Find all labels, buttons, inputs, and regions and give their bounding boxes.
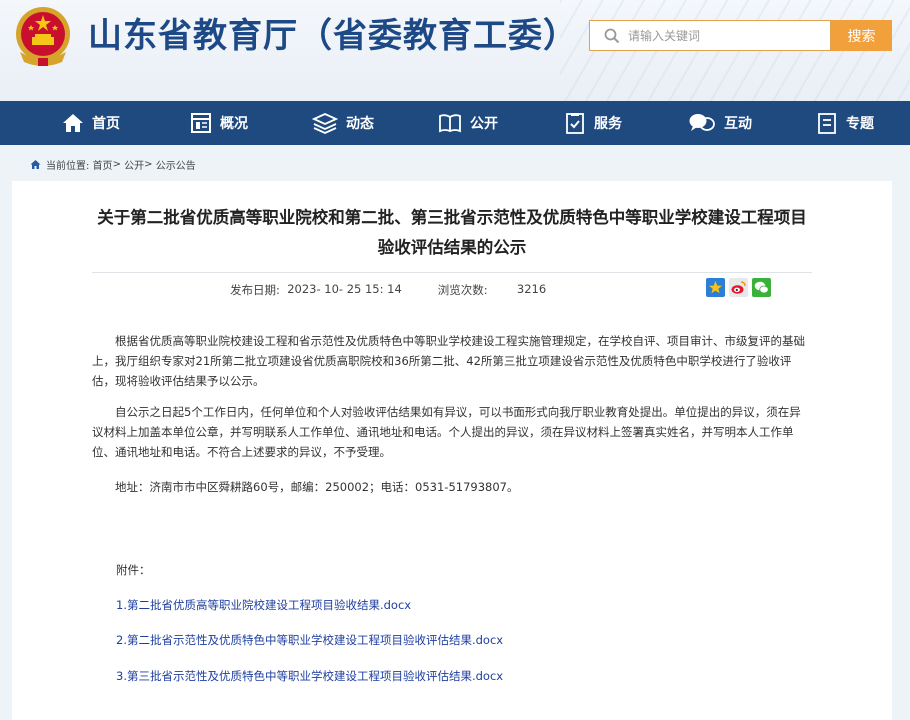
article-paragraph: 地址：济南市市中区舜耕路60号，邮编：250002；电话：0531-517938…	[115, 480, 519, 494]
service-icon	[566, 113, 584, 134]
location-home-icon	[30, 159, 41, 169]
qzone-icon[interactable]	[706, 278, 725, 297]
nav-label: 公开	[470, 116, 498, 132]
breadcrumb-separator: >	[112, 158, 121, 170]
main-nav: 首页 概况 动态 公开 服务 互动 专题	[0, 101, 910, 145]
title-divider	[92, 272, 812, 273]
site-header: 山东省教育厅（省委教育工委） 搜索	[0, 0, 910, 101]
share-buttons	[706, 278, 771, 297]
search-button[interactable]: 搜索	[831, 20, 892, 51]
nav-label: 概况	[220, 116, 248, 132]
chat-icon	[689, 114, 715, 131]
attachment-link-3[interactable]: 3.第三批省示范性及优质特色中等职业学校建设工程项目验收评估结果.docx	[116, 668, 503, 684]
site-title[interactable]: 山东省教育厅（省委教育工委）	[88, 12, 578, 60]
nav-item-interact[interactable]: 互动	[688, 101, 752, 145]
nav-label: 服务	[594, 116, 622, 132]
attachments-label: 附件：	[116, 563, 151, 577]
search-input[interactable]	[628, 21, 828, 50]
weibo-icon[interactable]	[729, 278, 748, 297]
publish-label: 发布日期:	[230, 283, 280, 297]
nav-item-topics[interactable]: 专题	[816, 101, 874, 145]
breadcrumb-separator: >	[144, 158, 153, 170]
nav-label: 专题	[846, 116, 874, 132]
views-label: 浏览次数:	[437, 283, 488, 297]
attachment-link-1[interactable]: 1.第二批省优质高等职业院校建设工程项目验收结果.docx	[116, 597, 411, 613]
article-title: 关于第二批省优质高等职业院校和第二批、第三批省示范性及优质特色中等职业学校建设工…	[97, 208, 807, 257]
nav-item-service[interactable]: 服务	[564, 101, 622, 145]
article-card: 关于第二批省优质高等职业院校和第二批、第三批省示范性及优质特色中等职业学校建设工…	[12, 181, 892, 720]
wechat-icon[interactable]	[752, 278, 771, 297]
breadcrumb: 当前位置: 首页 > 公开 > 公示公告	[30, 156, 196, 172]
search-box	[589, 20, 831, 51]
publish-date: 2023- 10- 25 15: 14	[287, 282, 402, 296]
breadcrumb-home[interactable]: 首页	[93, 157, 113, 172]
nav-item-home[interactable]: 首页	[62, 101, 120, 145]
topic-icon	[818, 113, 836, 134]
breadcrumb-public[interactable]: 公开	[124, 157, 144, 172]
nav-label: 互动	[724, 116, 752, 132]
nav-item-overview[interactable]: 概况	[190, 101, 248, 145]
news-icon	[312, 113, 338, 134]
home-icon	[63, 114, 83, 132]
article-meta: 发布日期: 2023- 10- 25 15: 14 浏览次数: 3216	[230, 282, 546, 298]
article-paragraph: 自公示之日起5个工作日内，任何单位和个人对验收评估结果如有异议，可以书面形式向我…	[92, 405, 801, 459]
nav-item-public[interactable]: 公开	[438, 101, 498, 145]
nav-item-news[interactable]: 动态	[312, 101, 374, 145]
breadcrumb-notices[interactable]: 公示公告	[156, 157, 196, 172]
article-paragraph: 根据省优质高等职业院校建设工程和省示范性及优质特色中等职业学校建设工程实施管理规…	[92, 334, 805, 388]
breadcrumb-prefix: 当前位置:	[46, 160, 90, 172]
book-icon	[439, 114, 461, 133]
nav-label: 动态	[346, 116, 374, 132]
views-count: 3216	[516, 282, 547, 296]
nav-label: 首页	[92, 116, 120, 132]
search-icon	[604, 28, 620, 44]
attachment-link-2[interactable]: 2.第二批省示范性及优质特色中等职业学校建设工程项目验收评估结果.docx	[116, 632, 503, 648]
overview-icon	[191, 113, 211, 133]
national-emblem-icon	[16, 7, 70, 66]
